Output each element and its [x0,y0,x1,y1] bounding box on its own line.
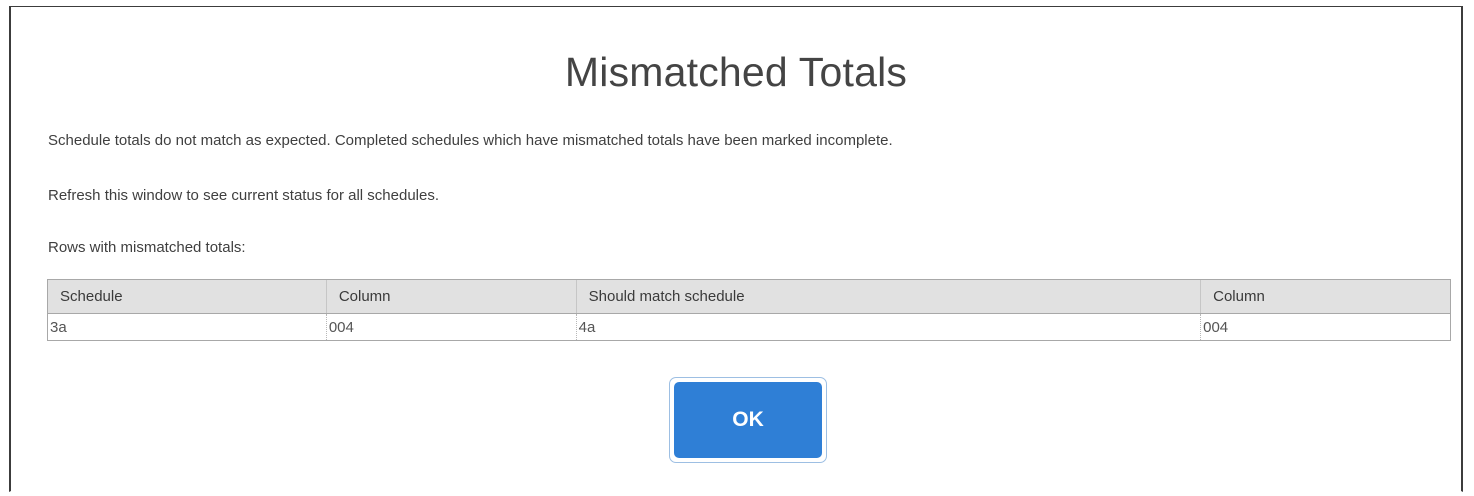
table-row: 3a 004 4a 004 [47,313,1451,341]
dialog-title: Mismatched Totals [564,49,908,95]
mismatched-totals-dialog: Mismatched Totals Schedule totals do not… [9,6,1463,492]
cell-column: 004 [325,313,577,341]
column-header-should-match-schedule: Should match schedule [575,279,1201,314]
column-header-match-column: Column [1200,279,1451,314]
cell-should-match-schedule: 4a [575,313,1201,341]
message-rows-label: Rows with mismatched totals: [48,239,246,256]
ok-button[interactable]: OK [674,382,822,458]
message-mismatch-explanation: Schedule totals do not match as expected… [48,132,893,149]
cell-match-column: 004 [1200,313,1451,341]
mismatch-table: Schedule Column Should match schedule Co… [47,279,1451,341]
cell-schedule: 3a [47,313,327,341]
message-refresh-hint: Refresh this window to see current statu… [48,187,440,204]
ok-button-focus-ring: OK [669,377,827,463]
column-header-column: Column [325,279,577,314]
column-header-schedule: Schedule [47,279,327,314]
table-header-row: Schedule Column Should match schedule Co… [47,279,1451,314]
